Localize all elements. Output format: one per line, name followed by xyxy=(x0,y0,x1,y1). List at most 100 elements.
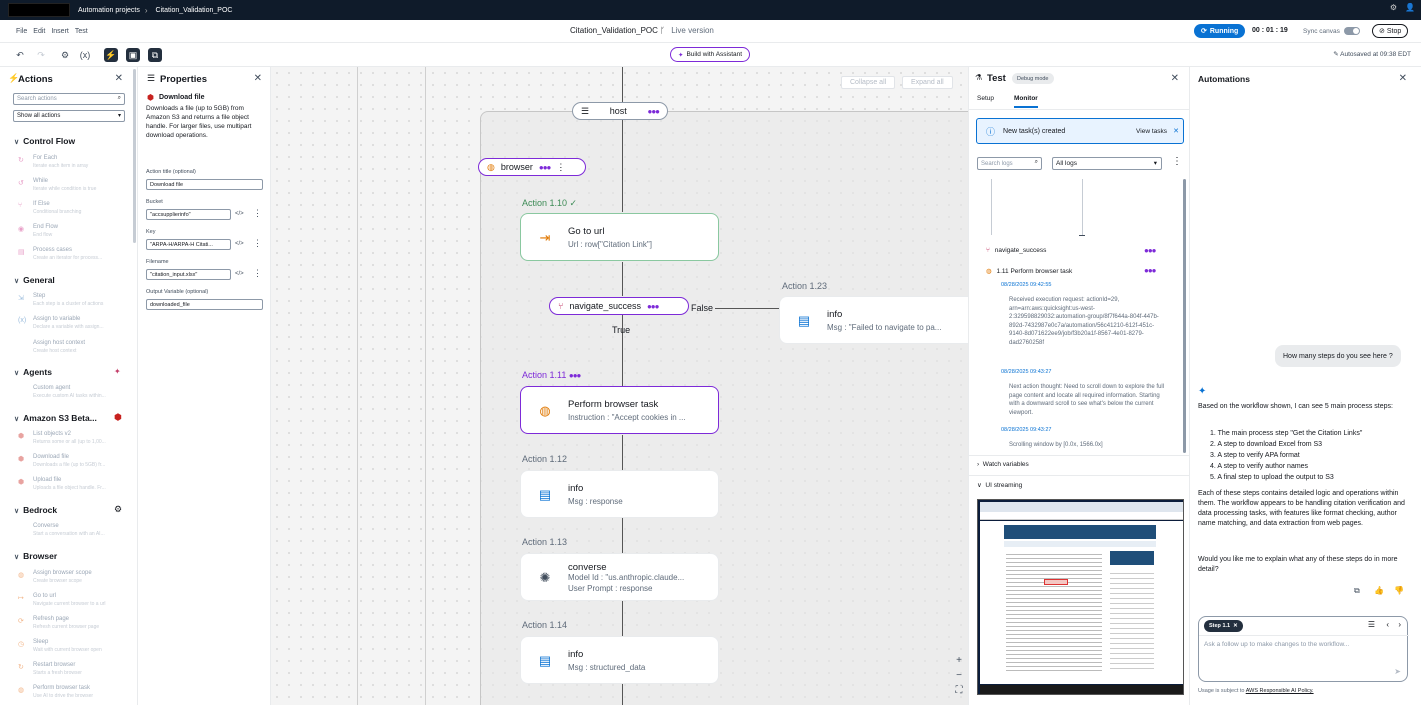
node-converse[interactable]: ✺ converse Model Id : "us.anthropic.clau… xyxy=(520,553,719,601)
section-agents[interactable]: ∨ Agents xyxy=(14,367,52,377)
menu-test[interactable]: Test xyxy=(75,28,88,35)
node-info-structured-data[interactable]: ▤ info Msg : structured_data xyxy=(520,636,719,684)
node-perform-browser-task[interactable]: ◍ Perform browser task Instruction : "Ac… xyxy=(520,386,719,434)
section-control-flow[interactable]: ∨ Control Flow xyxy=(14,136,75,146)
action-label: Action 1.11 ●●● xyxy=(522,370,581,380)
browser-scope-pill[interactable]: ◍ browser ●●● ⋮ xyxy=(478,158,586,176)
version-label[interactable]: Live version xyxy=(671,26,714,35)
code-icon[interactable]: </> xyxy=(235,271,244,277)
tab-monitor[interactable]: Monitor xyxy=(1014,95,1038,108)
thumbs-down-icon[interactable]: 👎 xyxy=(1394,586,1404,595)
close-icon[interactable]: ✕ xyxy=(1171,73,1179,84)
list-icon[interactable]: ☰ xyxy=(1368,620,1375,629)
node-info-response[interactable]: ▤ info Msg : response xyxy=(520,470,719,518)
screenshot-icon[interactable]: ⧉ xyxy=(148,48,162,62)
close-icon[interactable]: ✕ xyxy=(115,73,123,84)
log-timestamp: 08/28/2025 09:43:27 xyxy=(1001,369,1052,375)
watch-variables-toggle[interactable]: › Watch variables xyxy=(977,461,1029,468)
chip-label: Step 1.1 xyxy=(1209,623,1231,629)
more-icon[interactable]: ⋮ xyxy=(1172,156,1182,167)
stop-button[interactable]: ⊘ Stop xyxy=(1372,24,1409,38)
zoom-out-icon[interactable]: − xyxy=(950,668,968,682)
autosave-text: Autosaved at 09:38 EDT xyxy=(1340,51,1411,58)
connector xyxy=(622,601,623,636)
chevron-left-icon[interactable]: ‹ xyxy=(1386,620,1389,629)
key-input[interactable]: "ARPA-H/ARPA-H Citati... xyxy=(146,239,231,250)
action-name: List objects v2 xyxy=(33,431,72,437)
log-search-input[interactable]: Search logs ⌕ xyxy=(977,157,1042,170)
copy-icon[interactable]: ⧉ xyxy=(1354,586,1360,596)
code-icon[interactable]: </> xyxy=(235,211,244,217)
chat-input-placeholder[interactable]: Ask a follow up to make changes to the w… xyxy=(1204,641,1349,648)
ui-streaming-toggle[interactable]: ∨ UI streaming xyxy=(977,481,1022,489)
output-variable-input[interactable]: downloaded_file xyxy=(146,299,263,310)
usage-footer: Usage is subject to AWS Responsible AI P… xyxy=(1198,688,1314,694)
breadcrumb-project[interactable]: Citation_Validation_POC xyxy=(156,7,233,14)
collapse-all-button[interactable]: Collapse all xyxy=(841,76,896,89)
log-scrollbar[interactable] xyxy=(1183,179,1186,453)
code-icon[interactable]: </> xyxy=(235,241,244,247)
responsible-ai-link[interactable]: AWS Responsible AI Policy. xyxy=(1246,688,1314,694)
settings-icon[interactable]: ⚙ xyxy=(1390,3,1397,12)
step-context-chip[interactable]: Step 1.1 ✕ xyxy=(1204,620,1243,632)
redo-icon[interactable]: ↷ xyxy=(34,48,48,62)
user-icon[interactable]: 👤 xyxy=(1405,3,1415,12)
bucket-input[interactable]: "accsupplierinfo" xyxy=(146,209,231,220)
build-with-assistant-button[interactable]: ✦ Build with Assistant xyxy=(670,47,751,62)
close-icon[interactable]: ✕ xyxy=(1173,127,1179,135)
clock-icon: ◷ xyxy=(18,641,25,648)
chat-input-box[interactable]: Step 1.1 ✕ ☰ ‹ › Ask a follow up to make… xyxy=(1198,616,1409,682)
fit-view-icon[interactable]: ⛶ xyxy=(950,683,968,697)
workflow-canvas[interactable]: Collapse all Expand all ☰ host ●●● ◍ bro… xyxy=(271,67,968,705)
properties-toggle-icon[interactable]: ▣ xyxy=(126,48,140,62)
actions-scrollbar[interactable] xyxy=(133,69,136,243)
more-icon[interactable]: ⋮ xyxy=(253,268,262,279)
actions-filter-select[interactable]: Show all actions ▾ xyxy=(13,110,125,122)
section-bedrock[interactable]: ∨ Bedrock xyxy=(14,505,57,515)
thumbs-up-icon[interactable]: 👍 xyxy=(1374,586,1384,595)
expand-all-button[interactable]: Expand all xyxy=(902,76,953,89)
more-icon[interactable]: ⋮ xyxy=(253,208,262,219)
node-subtitle: Model Id : "us.anthropic.claude... xyxy=(568,573,685,582)
node-go-to-url[interactable]: ⇥ Go to url Url : row["Citation Link"] xyxy=(520,213,719,261)
variables-icon[interactable]: (x) xyxy=(78,48,92,62)
section-browser[interactable]: ∨ Browser xyxy=(14,551,57,561)
menu-insert[interactable]: Insert xyxy=(51,28,69,35)
condition-navigate-success[interactable]: ⑂ navigate_success ●●● xyxy=(549,297,689,315)
undo-icon[interactable]: ↶ xyxy=(13,48,27,62)
gear-icon[interactable]: ⚙ xyxy=(58,48,72,62)
s3-icon: ⬢ xyxy=(147,93,154,102)
log-item-browser-task[interactable]: ◍ 1.11 Perform browser task xyxy=(986,267,1072,275)
actions-search-input[interactable]: Search actions ⌕ xyxy=(13,93,125,105)
more-icon[interactable]: ⋮ xyxy=(253,238,262,249)
menu-edit[interactable]: Edit xyxy=(33,28,45,35)
log-entry: Received execution request: actionId=29,… xyxy=(1009,297,1159,346)
sync-toggle[interactable] xyxy=(1343,27,1360,35)
view-tasks-link[interactable]: View tasks xyxy=(1136,128,1167,135)
actions-toggle-icon[interactable]: ⚡ xyxy=(104,48,118,62)
debug-mode-badge: Debug mode xyxy=(1012,73,1054,84)
menu-file[interactable]: File xyxy=(16,28,27,35)
action-title-input[interactable]: Download file xyxy=(146,179,263,190)
tab-setup[interactable]: Setup xyxy=(977,95,994,108)
zoom-in-icon[interactable]: + xyxy=(950,653,968,667)
close-icon[interactable]: ✕ xyxy=(1399,73,1407,84)
log-item-navigate-success[interactable]: ⑂ navigate_success xyxy=(986,247,1046,254)
section-general[interactable]: ∨ General xyxy=(14,275,55,285)
select-value: All logs xyxy=(1056,160,1077,167)
s3-icon: ⬢ xyxy=(114,412,122,422)
chevron-right-icon[interactable]: › xyxy=(1398,620,1401,629)
actions-title: Actions xyxy=(18,74,53,85)
s3-download-icon: ⬢ xyxy=(18,456,25,463)
log-filter-select[interactable]: All logs ▾ xyxy=(1052,157,1162,170)
breadcrumb-projects[interactable]: Automation projects xyxy=(78,7,140,14)
test-tabs: Setup Monitor xyxy=(977,95,1038,108)
host-scope-pill[interactable]: ☰ host ●●● xyxy=(572,102,668,120)
filename-input[interactable]: "citation_input.xlsx" xyxy=(146,269,231,280)
send-icon[interactable]: ➤ xyxy=(1394,667,1401,676)
close-icon[interactable]: ✕ xyxy=(1233,623,1238,629)
more-icon[interactable]: ⋮ xyxy=(556,162,565,173)
node-info-failed[interactable]: ▤ info Msg : "Failed to navigate to pa..… xyxy=(779,296,968,344)
close-icon[interactable]: ✕ xyxy=(254,73,262,84)
section-amazon-s3[interactable]: ∨ Amazon S3 Beta... xyxy=(14,413,97,423)
